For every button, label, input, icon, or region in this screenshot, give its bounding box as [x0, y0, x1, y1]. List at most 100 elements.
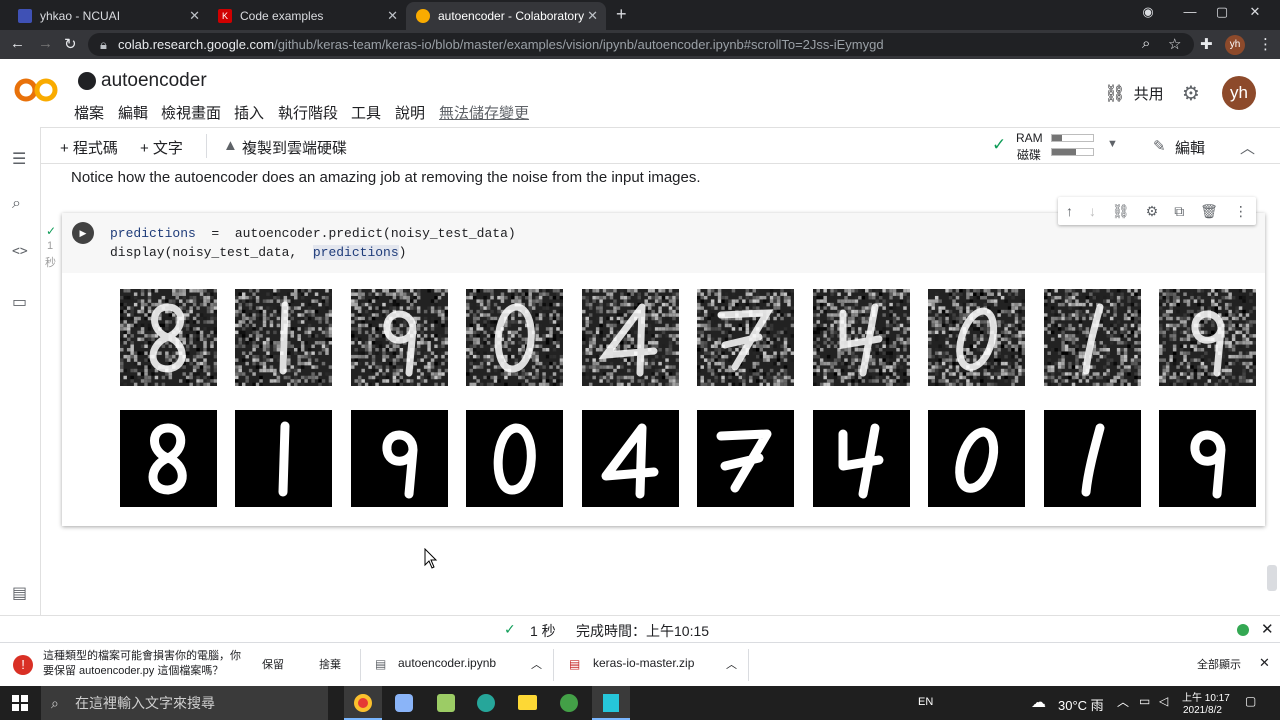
extensions-icon[interactable]: ✚ — [1200, 35, 1213, 53]
denoised-digit-image — [1159, 410, 1256, 507]
add-text-button[interactable]: + 文字 — [140, 137, 183, 158]
taskbar-search-input[interactable]: ⌕ 在這裡輸入文字來搜尋 — [41, 686, 328, 720]
maximize-button[interactable]: ▢ — [1207, 4, 1237, 20]
menu-edit[interactable]: 編輯 — [118, 102, 148, 123]
weather-text[interactable]: 30°C 雨 — [1058, 695, 1104, 714]
file-explorer-taskbar-icon[interactable] — [518, 695, 537, 710]
search-icon[interactable]: ⌕ — [12, 195, 21, 213]
input-language[interactable]: EN — [918, 696, 933, 708]
unsaved-changes-link[interactable]: 無法儲存變更 — [439, 102, 529, 123]
status-completed-time: 完成時間：上午10:15 — [576, 623, 710, 639]
code-token: ) — [398, 245, 407, 260]
menu-tools[interactable]: 工具 — [351, 102, 381, 123]
keep-button[interactable]: 保留 — [262, 656, 284, 672]
profile-avatar[interactable]: yh — [1225, 35, 1245, 55]
show-all-button[interactable]: 全部顯示 — [1197, 656, 1241, 672]
scrollbar-thumb[interactable] — [1267, 565, 1277, 591]
menu-file[interactable]: 檔案 — [74, 102, 104, 123]
notifications-icon[interactable]: ▢ — [1245, 694, 1256, 708]
run-cell-button[interactable]: ▶ — [72, 222, 94, 244]
app-taskbar-icon[interactable] — [592, 686, 630, 720]
left-sidebar: ☰ ⌕ <> ▭ ▤ — [0, 127, 41, 615]
avatar[interactable]: yh — [1222, 76, 1256, 110]
mirror-cell-icon[interactable]: ⧉ — [1174, 203, 1184, 220]
menu-runtime[interactable]: 執行階段 — [278, 102, 338, 123]
toc-icon[interactable]: ☰ — [12, 149, 26, 169]
link-cell-icon[interactable]: ⛓ — [1112, 203, 1130, 220]
tray-chevron-icon[interactable]: ︿ — [1117, 693, 1129, 710]
code-snippets-icon[interactable]: <> — [12, 244, 28, 259]
status-duration: 1 秒 — [530, 623, 556, 639]
status-bar: ✓ 1 秒 完成時間：上午10:15 ✕ — [0, 615, 1280, 642]
collapse-header-icon[interactable]: ︿ — [1240, 137, 1255, 158]
close-status-icon[interactable]: ✕ — [1261, 620, 1274, 638]
chevron-up-icon[interactable]: ︿ — [531, 656, 542, 672]
app-taskbar-icon[interactable] — [395, 694, 413, 712]
denoised-digit-image — [235, 410, 332, 507]
app-taskbar-icon[interactable] — [437, 694, 455, 712]
download-item-2[interactable]: keras-io-master.zip — [593, 656, 694, 670]
tab-title: yhkao - NCUAI — [40, 9, 121, 23]
menu-insert[interactable]: 插入 — [234, 102, 264, 123]
minimize-button[interactable]: — — [1175, 4, 1205, 19]
code-line-2: display(noisy_test_data, predictions) — [110, 245, 406, 260]
network-icon[interactable]: ▭ — [1139, 694, 1150, 708]
tab-ncuai[interactable]: yhkao - NCUAI ✕ — [8, 2, 208, 30]
windows-taskbar: ⌕ 在這裡輸入文字來搜尋 EN ☁ 30°C 雨 ︿ ▭ ◁ 上午 10:17 … — [0, 686, 1280, 720]
chevron-up-icon[interactable]: ︿ — [726, 656, 737, 672]
download-item-1[interactable]: autoencoder.ipynb — [398, 656, 496, 670]
tab-colab[interactable]: autoencoder - Colaboratory ✕ — [406, 2, 606, 30]
menu-kebab-icon[interactable]: ⋮ — [1258, 35, 1273, 53]
browser-tab-strip: yhkao - NCUAI ✕ K Code examples ✕ autoen… — [0, 0, 1280, 30]
denoised-digit-image — [697, 410, 794, 507]
denoised-digit-image — [582, 410, 679, 507]
address-bar[interactable]: 🔒︎ colab.research.google.com/github/kera… — [88, 33, 1194, 56]
menu-help[interactable]: 說明 — [395, 102, 425, 123]
discard-button[interactable]: 捨棄 — [319, 656, 341, 672]
move-up-icon[interactable]: ↑ — [1066, 203, 1073, 219]
close-icon[interactable]: ✕ — [189, 8, 200, 24]
menu-view[interactable]: 檢視畫面 — [161, 102, 221, 123]
clock-date[interactable]: 2021/8/2 — [1183, 705, 1222, 716]
denoised-digit-image — [813, 410, 910, 507]
copy-to-drive-button[interactable]: 複製到雲端硬碟 — [242, 137, 347, 158]
colab-logo[interactable] — [14, 76, 60, 107]
move-down-icon[interactable]: ↓ — [1089, 203, 1096, 219]
delete-cell-icon[interactable]: 🗑︎ — [1200, 203, 1218, 220]
edit-mode-button[interactable]: 編輯 — [1175, 137, 1205, 158]
noisy-digit-image — [466, 289, 563, 386]
windows-start-icon[interactable] — [12, 695, 28, 714]
close-icon[interactable]: ✕ — [587, 8, 598, 24]
link-icon: ⛓ — [1104, 83, 1126, 103]
files-folder-icon[interactable]: ▭ — [12, 292, 27, 312]
disk-meter — [1051, 148, 1094, 156]
cell-settings-icon[interactable]: ⚙ — [1146, 203, 1159, 220]
tab-code-examples[interactable]: K Code examples ✕ — [208, 2, 406, 30]
volume-icon[interactable]: ◁ — [1159, 694, 1168, 708]
settings-gear-icon[interactable]: ⚙ — [1182, 81, 1200, 106]
app-taskbar-icon[interactable] — [560, 694, 578, 712]
close-window-button[interactable]: ✕ — [1240, 4, 1270, 20]
back-icon[interactable]: ← — [10, 35, 25, 52]
terminal-icon[interactable]: ▤ — [12, 583, 27, 603]
reload-icon[interactable]: ↻ — [64, 35, 77, 53]
close-downloads-icon[interactable]: ✕ — [1259, 655, 1270, 671]
zoom-icon[interactable]: ⌕ — [1142, 35, 1150, 52]
forward-icon[interactable]: → — [38, 35, 53, 52]
tab-search-icon[interactable]: ◉ — [1133, 4, 1163, 20]
chrome-taskbar-icon[interactable] — [344, 686, 382, 720]
file-icon: ▤ — [375, 657, 387, 671]
more-actions-icon[interactable]: ⋮ — [1234, 203, 1248, 220]
noisy-digit-image — [928, 289, 1025, 386]
close-icon[interactable]: ✕ — [387, 8, 398, 24]
add-code-button[interactable]: + 程式碼 — [60, 137, 118, 158]
edge-taskbar-icon[interactable] — [477, 694, 495, 712]
code-cell[interactable]: ▶ predictions = autoencoder.predict(nois… — [62, 213, 1265, 526]
resources-dropdown-icon[interactable]: ▼ — [1107, 138, 1118, 150]
new-tab-button[interactable]: + — [616, 4, 627, 25]
bookmark-star-icon[interactable]: ☆ — [1168, 35, 1181, 53]
clock-time[interactable]: 上午 10:17 — [1182, 689, 1230, 704]
share-button[interactable]: ⛓ 共用 — [1104, 83, 1164, 104]
notebook-title[interactable]: autoencoder — [101, 70, 207, 92]
denoised-digit-image — [120, 410, 217, 507]
